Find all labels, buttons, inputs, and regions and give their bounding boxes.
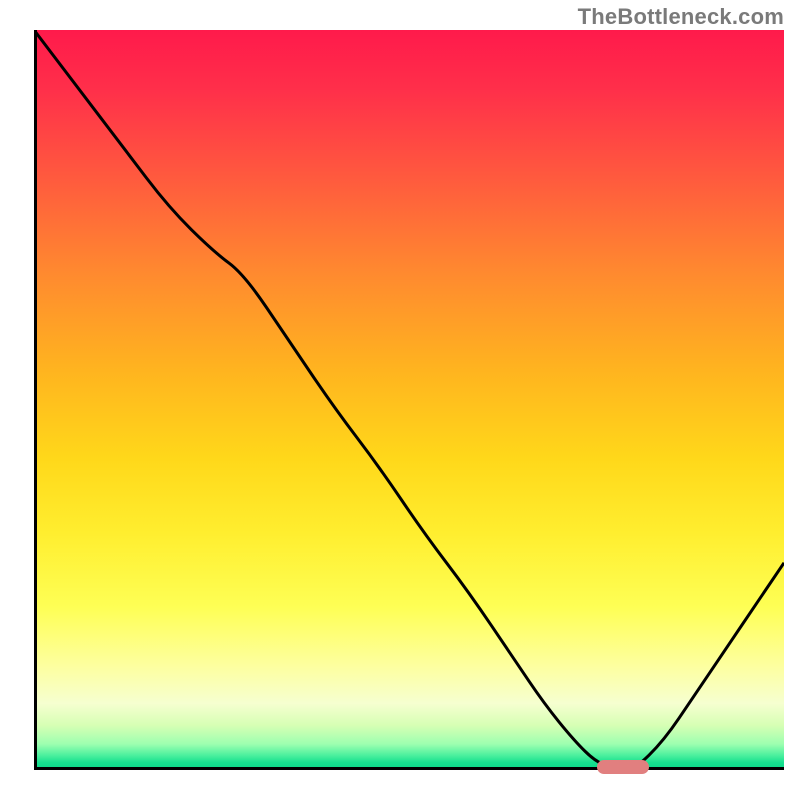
y-axis — [34, 30, 37, 770]
x-axis — [34, 767, 784, 770]
watermark-text: TheBottleneck.com — [578, 4, 784, 30]
optimal-marker — [597, 760, 650, 774]
plot-area — [34, 30, 784, 770]
chart-container: TheBottleneck.com — [0, 0, 800, 800]
